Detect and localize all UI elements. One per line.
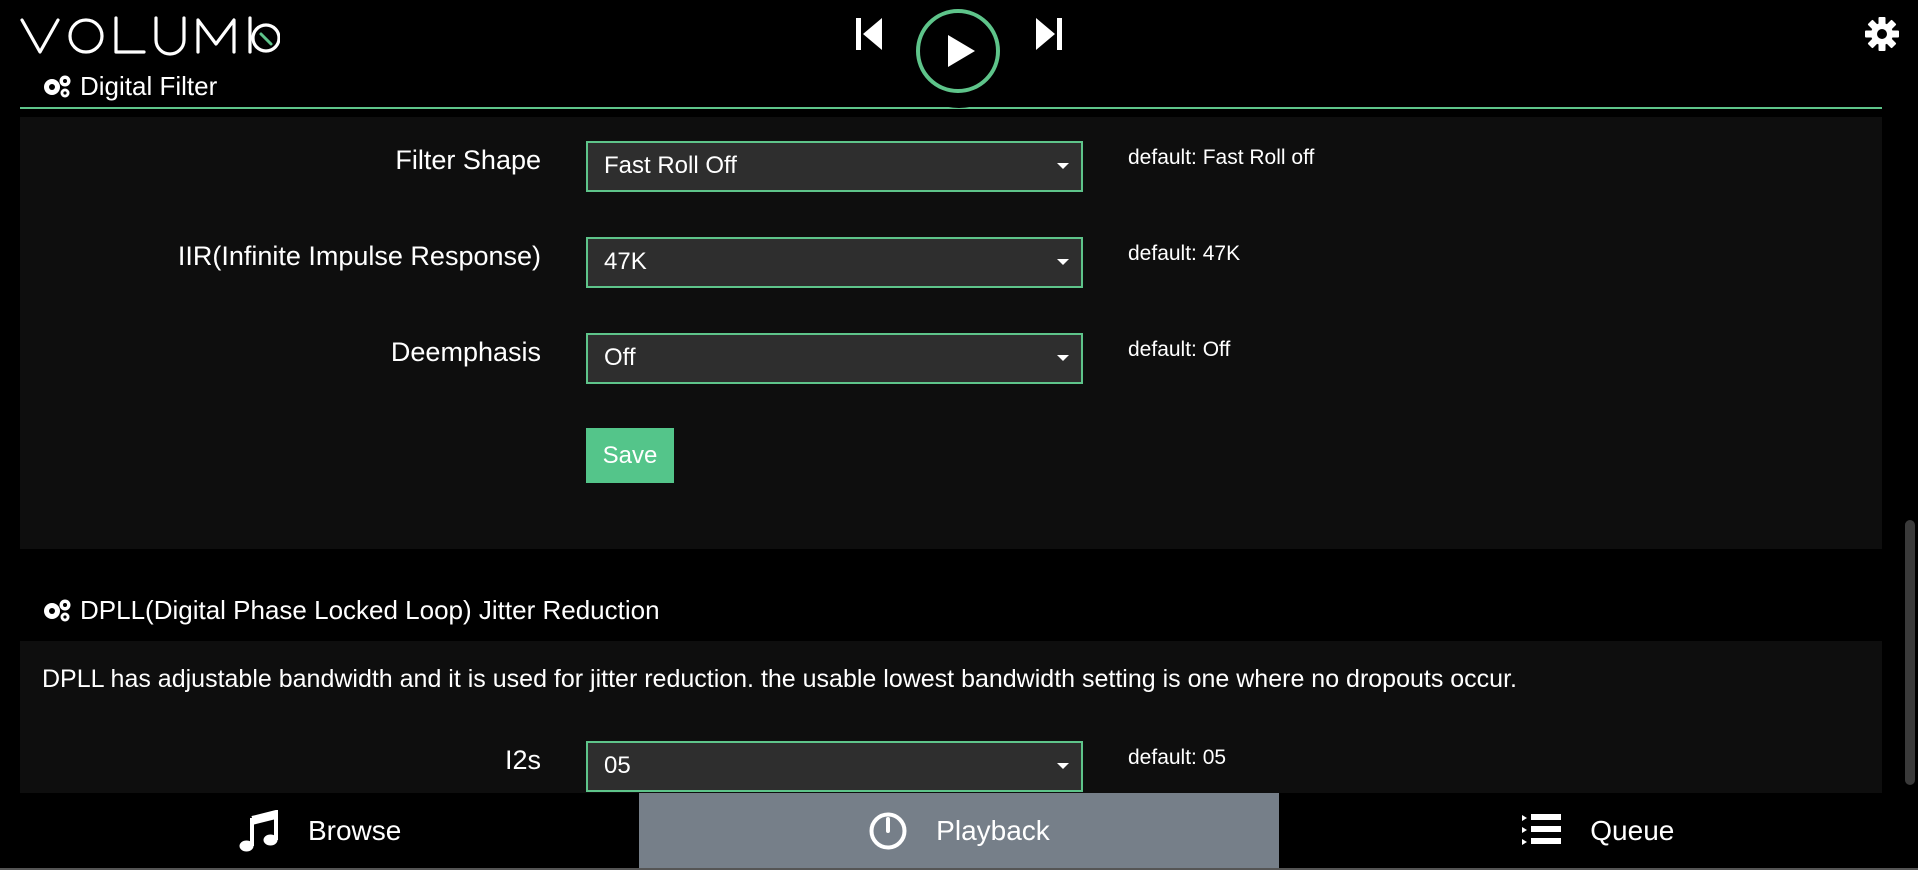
volumio-logo[interactable] (20, 12, 280, 60)
gear-icon[interactable] (1864, 16, 1900, 52)
bottom-nav: Browse Playback Queue (0, 793, 1918, 870)
tab-queue-label: Queue (1590, 814, 1675, 846)
tab-browse[interactable]: Browse (0, 793, 639, 868)
play-button[interactable] (916, 9, 1000, 93)
top-bar (0, 0, 1918, 108)
caret-down-icon (1057, 259, 1069, 265)
caret-down-icon (1057, 763, 1069, 769)
i2s-select[interactable]: 05 (586, 741, 1083, 792)
caret-down-icon (1057, 355, 1069, 361)
gears-icon (44, 75, 71, 98)
deemphasis-value: Off (604, 344, 636, 371)
deemphasis-select[interactable]: Off (586, 333, 1083, 384)
music-note-icon (239, 809, 278, 851)
dpll-description: DPLL has adjustable bandwidth and it is … (42, 665, 1517, 693)
scrollbar-thumb[interactable] (1905, 520, 1915, 785)
tab-browse-label: Browse (307, 814, 402, 846)
tab-playback[interactable]: Playback (639, 793, 1279, 868)
settings-content: Digital Filter Filter Shape Fast Roll Of… (0, 75, 1900, 793)
save-button[interactable]: Save (586, 428, 674, 483)
filter-shape-default: default: Fast Roll off (1128, 146, 1315, 169)
iir-select[interactable]: 47K (586, 237, 1083, 288)
i2s-default: default: 05 (1128, 746, 1227, 769)
list-icon (1522, 813, 1562, 845)
caret-down-icon (1057, 163, 1069, 169)
filter-shape-select[interactable]: Fast Roll Off (586, 141, 1083, 192)
iir-label: IIR(Infinite Impulse Response) (177, 241, 541, 271)
dpll-panel: DPLL has adjustable bandwidth and it is … (20, 641, 1882, 793)
gears-icon (44, 599, 71, 622)
digital-filter-panel: Filter Shape Fast Roll Off default: Fast… (20, 117, 1882, 549)
scrollbar[interactable] (1902, 75, 1918, 793)
filter-shape-label: Filter Shape (395, 145, 541, 175)
previous-track-icon[interactable] (854, 14, 884, 54)
section-header-dpll: DPLL(Digital Phase Locked Loop) Jitter R… (20, 579, 1882, 643)
deemphasis-label: Deemphasis (390, 337, 541, 367)
play-icon (948, 35, 975, 67)
filter-shape-value: Fast Roll Off (604, 152, 737, 179)
iir-default: default: 47K (1128, 242, 1241, 265)
iir-value: 47K (604, 248, 647, 275)
tab-queue[interactable]: Queue (1279, 793, 1918, 868)
next-track-icon[interactable] (1034, 14, 1064, 54)
section-title: DPLL(Digital Phase Locked Loop) Jitter R… (80, 594, 660, 625)
section-title: Digital Filter (80, 75, 218, 101)
tab-playback-label: Playback (936, 814, 1050, 846)
i2s-label: I2s (504, 745, 541, 775)
dial-icon (869, 812, 907, 849)
i2s-value: 05 (604, 752, 631, 779)
deemphasis-default: default: Off (1128, 338, 1231, 361)
